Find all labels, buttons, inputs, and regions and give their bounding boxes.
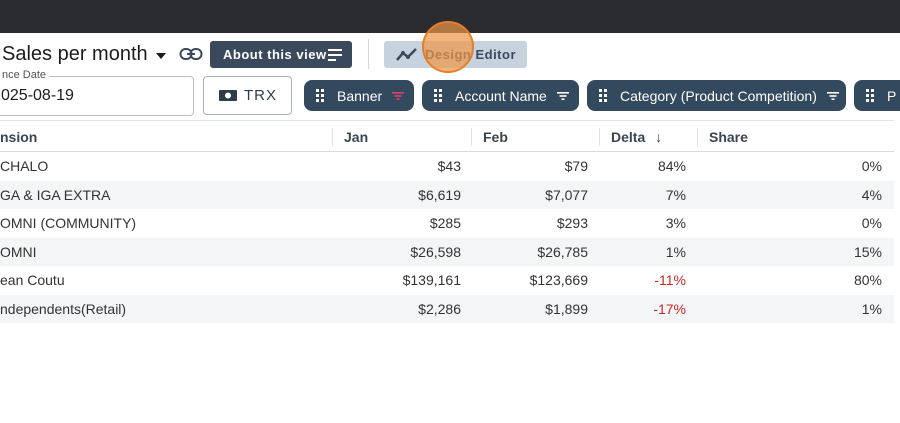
cell-share: 4% [861,186,882,203]
divider [368,39,369,69]
cell-jan: $6,619 [418,186,461,203]
cell-delta: 7% [665,186,686,203]
cell-feb: $293 [556,215,588,231]
cell-delta: -11% [654,272,686,288]
table-row[interactable]: OMNI $26,598 $26,785 1% 15% [0,237,894,266]
column-divider [697,128,698,146]
filter-icon [392,91,405,100]
cell-share: 0% [861,215,882,231]
view-title: Sales per month [2,43,148,65]
data-table: nsion Jan Feb Delta ↓ Share CHALO $43 $79 8… [0,120,894,323]
filter-icon [556,91,569,100]
cell-dimension: ndependents(Retail) [0,300,127,317]
cash-icon [219,90,237,101]
click-highlight [422,21,474,73]
view-content: Sales per month About this view Design E… [0,21,900,423]
column-header-share[interactable]: Share [709,129,748,145]
cell-share: 1% [861,300,882,317]
cell-jan: $26,598 [410,243,461,260]
cell-delta: -17% [653,300,686,317]
reference-date-field[interactable]: nce Date 025-08-19 [0,69,194,116]
link-icon[interactable] [179,46,203,62]
column-divider [471,128,472,146]
cell-dimension: OMNI [0,243,37,260]
chip-label: Banner [337,87,383,104]
table-body: CHALO $43 $79 84% 0% GA & IGA EXTRA $6,619 $7,0… [0,152,894,323]
filter-chip-banner[interactable]: Banner [304,80,414,111]
grip-icon [316,89,324,102]
cell-dimension: ean Coutu [0,272,65,288]
caret-down-icon [155,52,166,59]
date-field-value: 025-08-19 [1,87,74,104]
chart-line-icon [396,48,417,61]
column-divider [332,128,333,146]
table-row[interactable]: ndependents(Retail) $2,286 $1,899 -17% 1% [0,294,894,323]
cell-feb: $1,899 [545,300,588,317]
cell-jan: $2,286 [418,300,461,317]
column-header-jan[interactable]: Jan [344,129,368,145]
grip-icon [866,89,874,102]
about-this-view-label: About this view [223,47,327,62]
column-header-delta-label: Delta [611,129,646,145]
chip-label: Category (Product Competition) [620,87,817,104]
cell-delta: 1% [665,243,686,260]
view-title-selector[interactable]: Sales per month [2,43,166,66]
filter-icon [826,91,839,100]
date-field-label: nce Date [0,69,50,81]
column-header-feb[interactable]: Feb [483,129,508,145]
cell-delta: 84% [657,158,686,174]
filter-chip-account-name[interactable]: Account Name [422,80,579,111]
table-row[interactable]: ean Coutu $139,161 $123,669 -11% 80% [0,266,894,295]
cell-delta: 3% [665,215,686,231]
cell-share: 15% [853,243,882,260]
cell-feb: $26,785 [537,243,588,260]
cell-feb: $79 [564,158,588,174]
trx-button[interactable]: TRX [203,76,292,115]
cell-dimension: CHALO [0,158,49,174]
column-header-dimension[interactable]: nsion [0,129,37,145]
table-header: nsion Jan Feb Delta ↓ Share [0,120,894,152]
cell-dimension: OMNI (COMMUNITY) [0,215,137,231]
grip-icon [599,89,607,102]
trx-label: TRX [244,87,277,104]
cell-feb: $123,669 [529,272,588,288]
cell-share: 0% [861,158,882,174]
table-row[interactable]: CHALO $43 $79 84% 0% [0,152,894,181]
column-divider [599,128,600,146]
cell-jan: $139,161 [402,272,461,288]
cell-share: 80% [853,272,882,288]
cell-feb: $7,077 [545,186,588,203]
filter-chip-category[interactable]: Category (Product Competition) [587,80,846,111]
table-row[interactable]: OMNI (COMMUNITY) $285 $293 3% 0% [0,209,894,238]
about-this-view-button[interactable]: About this view [210,41,352,68]
chip-label: P [887,87,897,104]
lines-icon [328,49,342,61]
column-header-delta[interactable]: Delta ↓ [611,129,662,145]
cell-jan: $43 [437,158,461,174]
cell-jan: $285 [429,215,461,231]
sort-down-icon: ↓ [655,129,663,145]
filter-chip-partial[interactable]: P [854,80,900,111]
table-row[interactable]: GA & IGA EXTRA $6,619 $7,077 7% 4% [0,180,894,209]
chip-label: Account Name [455,87,547,104]
cell-dimension: GA & IGA EXTRA [0,186,111,203]
grip-icon [434,89,442,102]
